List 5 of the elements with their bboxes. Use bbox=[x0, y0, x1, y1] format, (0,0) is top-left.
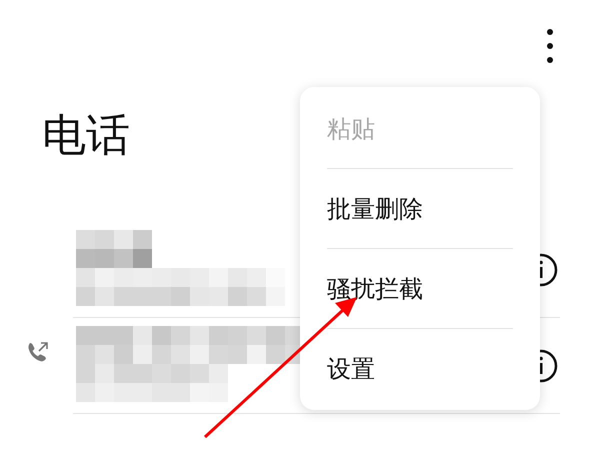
menu-item[interactable]: 骚扰拦截 bbox=[327, 249, 513, 328]
menu-item[interactable]: 设置 bbox=[327, 329, 513, 408]
outgoing-call-icon bbox=[26, 340, 50, 364]
menu-item[interactable]: 批量删除 bbox=[327, 169, 513, 248]
page-title: 电话 bbox=[42, 109, 130, 163]
